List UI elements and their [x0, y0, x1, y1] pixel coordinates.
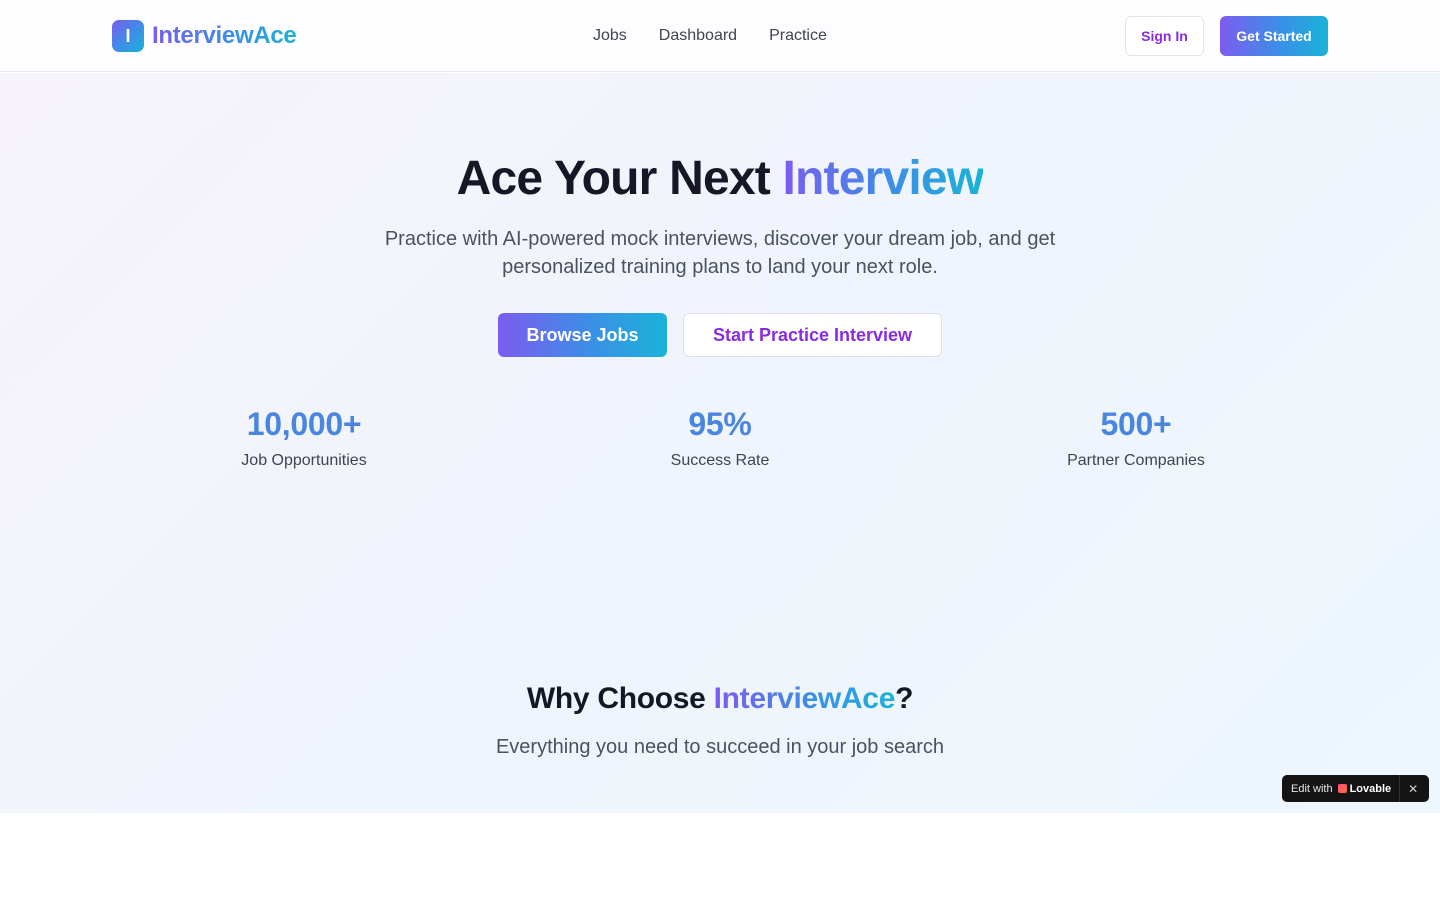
- stat-label: Job Opportunities: [241, 452, 367, 469]
- edit-with-lovable-badge[interactable]: Edit with Lovable ✕: [1282, 775, 1429, 802]
- stat-label: Partner Companies: [1067, 452, 1205, 469]
- stat-value: 95%: [688, 406, 752, 442]
- stat-value: 500+: [1100, 406, 1172, 442]
- badge-brand-label: Lovable: [1349, 782, 1392, 795]
- why-title-after: ?: [895, 682, 914, 715]
- lovable-heart-icon: [1337, 784, 1347, 793]
- close-icon[interactable]: ✕: [1408, 782, 1418, 796]
- hero-subtitle: Practice with AI-powered mock interviews…: [384, 228, 1056, 278]
- start-practice-interview-button[interactable]: Start Practice Interview: [683, 313, 942, 357]
- why-title-highlight: InterviewAce: [713, 682, 896, 715]
- logo-icon: I: [112, 20, 144, 52]
- browse-jobs-button[interactable]: Browse Jobs: [498, 313, 667, 357]
- why-choose-subtitle: Everything you need to succeed in your j…: [495, 736, 945, 758]
- page: I InterviewAce Jobs Dashboard Practice S…: [0, 0, 1440, 900]
- nav-link-jobs[interactable]: Jobs: [593, 25, 627, 47]
- hero-section: Ace Your Next Interview Practice with AI…: [0, 73, 1440, 813]
- why-title-before: Why Choose: [526, 682, 714, 715]
- stat-partner-companies: 500+ Partner Companies: [996, 405, 1276, 471]
- stat-success-rate: 95% Success Rate: [580, 405, 860, 471]
- stat-label: Success Rate: [670, 452, 770, 469]
- sign-in-button[interactable]: Sign In: [1125, 16, 1204, 56]
- stat-value: 10,000+: [246, 406, 362, 442]
- badge-edit-label: Edit with: [1291, 782, 1333, 795]
- main-nav: Jobs Dashboard Practice: [593, 25, 827, 47]
- hero-title-highlight: Interview: [782, 152, 984, 205]
- stat-job-opportunities: 10,000+ Job Opportunities: [164, 405, 444, 471]
- nav-link-dashboard[interactable]: Dashboard: [659, 25, 737, 47]
- nav-link-practice[interactable]: Practice: [769, 25, 827, 47]
- get-started-button[interactable]: Get Started: [1220, 16, 1328, 56]
- top-navbar: I InterviewAce Jobs Dashboard Practice S…: [0, 0, 1440, 72]
- logo-link[interactable]: I InterviewAce: [112, 20, 297, 52]
- hero-title-plain: Ace Your Next: [456, 152, 783, 205]
- hero-title: Ace Your Next Interview: [0, 151, 1440, 207]
- logo-text: InterviewAce: [152, 22, 297, 49]
- badge-divider: [1399, 775, 1401, 802]
- why-choose-title: Why Choose InterviewAce?: [0, 681, 1440, 717]
